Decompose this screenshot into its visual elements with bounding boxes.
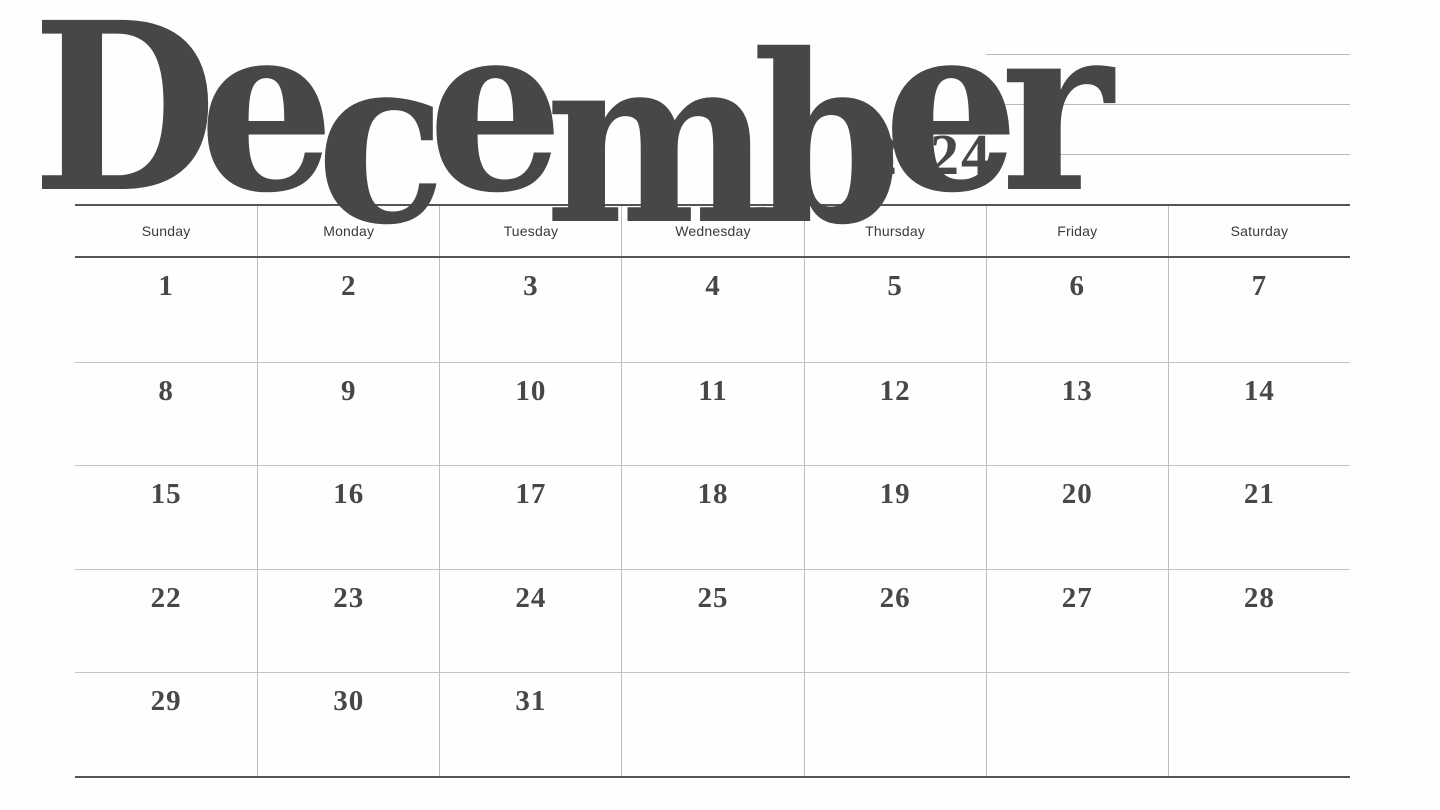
day-number: 29 [150, 685, 182, 717]
empty-day-cell [1167, 672, 1350, 776]
day-cell[interactable]: 1 [75, 258, 257, 362]
day-cell[interactable]: 12 [803, 361, 986, 465]
month-title-letter: e [427, 0, 564, 244]
day-cell[interactable]: 27 [985, 568, 1168, 672]
day-cell[interactable]: 10 [439, 361, 622, 465]
day-cell[interactable]: 25 [621, 568, 804, 672]
day-cell[interactable]: 9 [257, 361, 440, 465]
day-cell[interactable]: 6 [985, 258, 1168, 362]
day-number: 13 [1061, 374, 1093, 407]
day-cell[interactable]: 11 [621, 361, 804, 465]
weekday-saturday: Saturday [1167, 206, 1350, 256]
day-number: 21 [1243, 478, 1275, 510]
day-number: 1 [158, 270, 174, 302]
month-title-letter: e [198, 0, 335, 244]
month-title-letter: b [752, 3, 902, 276]
day-number: 17 [515, 478, 547, 510]
day-number: 26 [879, 581, 911, 614]
day-cell[interactable]: 17 [439, 465, 622, 569]
empty-day-cell [803, 672, 986, 776]
year-title: 2024 [868, 122, 992, 187]
day-number: 8 [158, 374, 174, 407]
day-number: 11 [698, 374, 728, 407]
day-cell[interactable]: 23 [257, 568, 440, 672]
day-number: 25 [697, 581, 729, 614]
day-cell[interactable]: 30 [257, 672, 440, 776]
day-number: 9 [340, 374, 357, 407]
day-number: 30 [333, 685, 365, 717]
empty-day-cell [985, 672, 1168, 776]
month-title-letter: D [32, 0, 217, 244]
day-number: 18 [697, 478, 729, 510]
day-cell[interactable]: 7 [1167, 258, 1350, 362]
day-number: 22 [150, 581, 182, 614]
day-cell[interactable]: 21 [1167, 465, 1350, 569]
day-cell[interactable]: 29 [75, 672, 258, 776]
day-cell[interactable]: 8 [75, 361, 258, 466]
day-number: 24 [515, 581, 547, 614]
month-title-letter: m [545, 3, 771, 276]
day-number: 23 [333, 581, 365, 614]
day-number: 27 [1061, 581, 1093, 614]
month-title-letter: c [316, 3, 446, 276]
day-cell[interactable]: 16 [257, 465, 440, 569]
day-cell[interactable]: 26 [803, 568, 986, 672]
day-number: 7 [1251, 270, 1268, 302]
day-number: 19 [879, 478, 911, 510]
month-title-letter: e [883, 0, 1019, 244]
day-cell[interactable]: 15 [75, 465, 258, 569]
day-number: 12 [879, 374, 911, 407]
day-cell[interactable]: 31 [439, 672, 622, 776]
day-number: 20 [1061, 478, 1093, 510]
calendar-grid: Sunday Monday Tuesday Wednesday Thursday… [75, 204, 1350, 778]
day-number: 6 [1069, 270, 1086, 302]
day-cell[interactable]: 18 [621, 465, 804, 569]
calendar-page: December 2024 Sunday Monday Tuesday Wedn… [0, 0, 1440, 810]
day-number: 15 [150, 478, 182, 510]
day-number: 16 [333, 478, 365, 510]
day-cell[interactable]: 24 [439, 568, 622, 672]
day-number: 28 [1243, 581, 1275, 614]
day-number: 31 [515, 685, 547, 717]
day-cell[interactable]: 20 [985, 465, 1168, 569]
day-cell[interactable]: 19 [803, 465, 986, 569]
calendar-days: 1 2 3 4 5 6 7 8 9 10 11 12 13 14 15 16 17 18 19 20 21 22 23 24 2… [75, 258, 1350, 778]
month-title-letter: r [1000, 0, 1113, 244]
month-title: December [32, 0, 1113, 256]
day-cell[interactable]: 28 [1167, 568, 1350, 672]
day-cell[interactable]: 22 [75, 568, 258, 673]
empty-day-cell [621, 672, 804, 776]
day-cell[interactable]: 14 [1167, 361, 1350, 465]
day-number: 14 [1243, 374, 1275, 407]
day-cell[interactable]: 13 [985, 361, 1168, 465]
day-number: 10 [515, 374, 547, 407]
